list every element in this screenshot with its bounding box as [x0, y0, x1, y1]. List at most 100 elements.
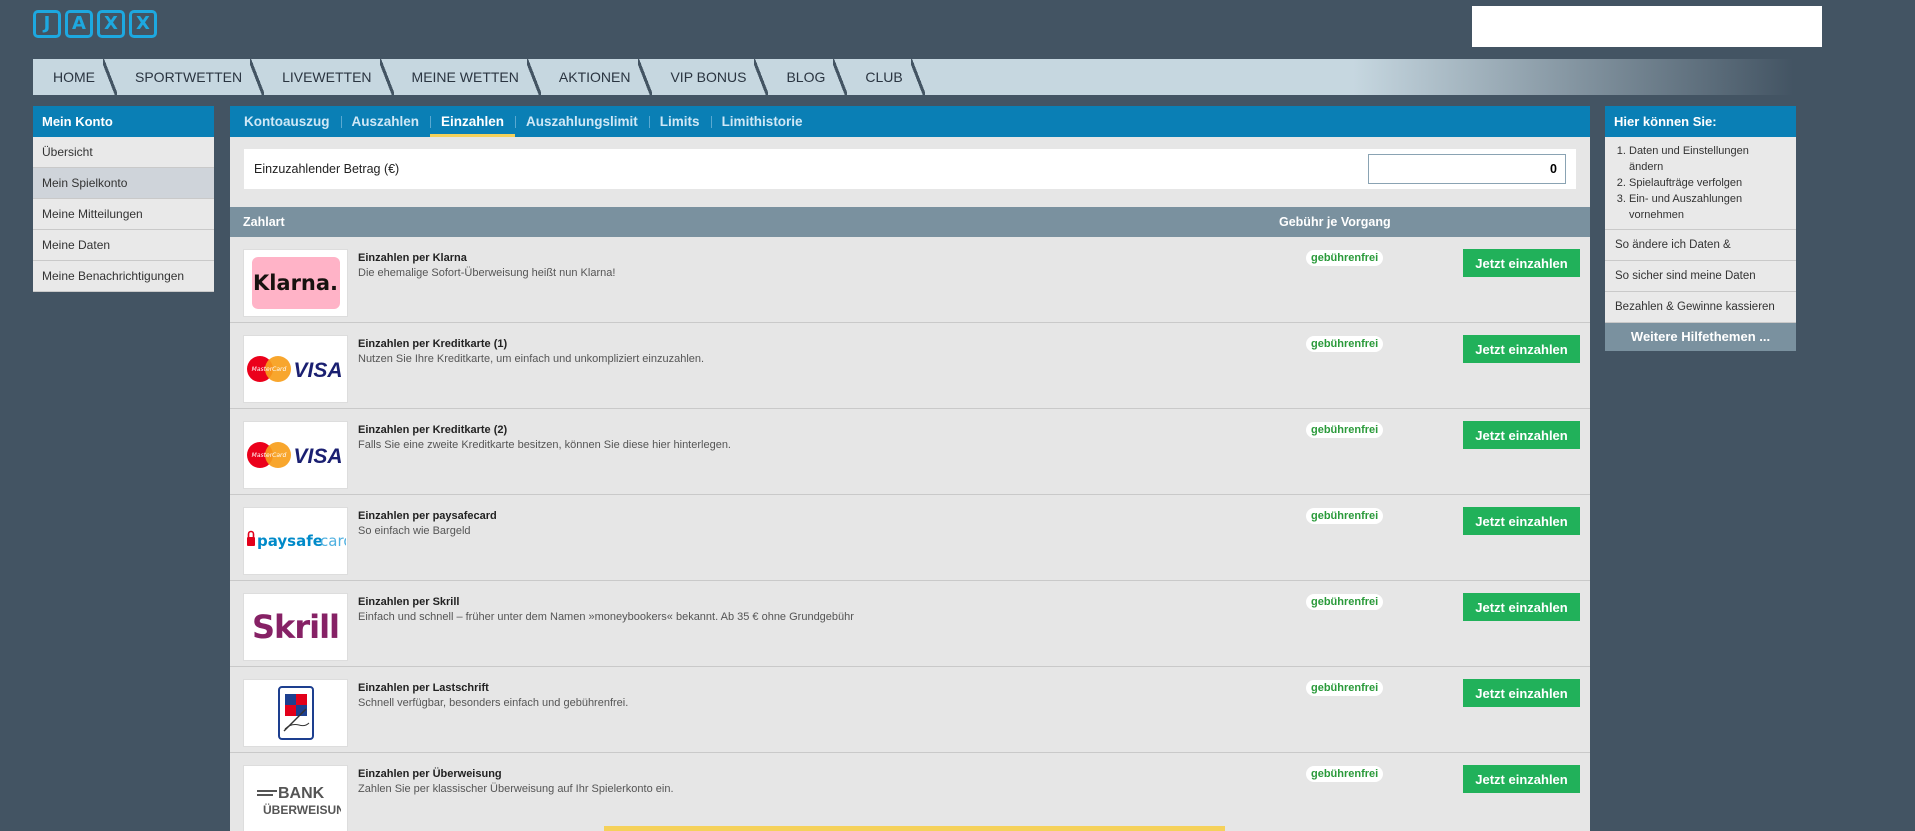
payment-row-lastschrift: Einzahlen per Lastschrift Schnell verfüg… — [230, 667, 1590, 753]
deposit-button-skrill[interactable]: Jetzt einzahlen — [1463, 593, 1580, 621]
payment-title: Einzahlen per Überweisung — [358, 768, 502, 780]
nav-item-livewetten[interactable]: LIVEWETTEN — [262, 59, 395, 95]
fee-badge: gebührenfrei — [1306, 508, 1384, 524]
klarna-logo-text: Klarna. — [252, 271, 339, 295]
tab-auszahlen[interactable]: Auszahlen — [340, 106, 431, 137]
nav-item-blog[interactable]: BLOG — [766, 59, 848, 95]
svg-text:MasterCard: MasterCard — [251, 452, 286, 459]
nav-item-meine-wetten[interactable]: MEINE WETTEN — [392, 59, 542, 95]
payment-row-kreditkarte-1: MasterCard VISA Einzahlen per Kreditkart… — [230, 323, 1590, 409]
deposit-button-klarna[interactable]: Jetzt einzahlen — [1463, 249, 1580, 277]
sidebar-item-meine-benachrichtigungen[interactable]: Meine Benachrichtigungen — [33, 261, 214, 292]
account-sidebar-title: Mein Konto — [33, 106, 214, 137]
direct-debit-icon — [277, 686, 314, 740]
svg-text:paysafe: paysafe — [257, 532, 323, 550]
nav-item-vip-bonus[interactable]: VIP BONUS — [650, 59, 769, 95]
help-feature-list: Daten und Einstellungen ändern Spielauft… — [1605, 137, 1796, 230]
logo-letter: J — [33, 10, 61, 38]
sidebar-item-mein-spielkonto[interactable]: Mein Spielkonto — [33, 168, 214, 199]
mastercard-icon: MasterCard VISA — [246, 356, 342, 382]
bottom-highlight-bar — [604, 826, 1225, 831]
logo-letter: X — [97, 10, 125, 38]
paysafecard-logo: paysafe card — [243, 507, 348, 575]
payment-title: Einzahlen per Lastschrift — [358, 682, 489, 694]
bank-transfer-logo: BANK ÜBERWEISUNG — [243, 765, 348, 831]
account-subtabs: Kontoauszug Auszahlen Einzahlen Auszahlu… — [230, 106, 1590, 137]
payment-description: Falls Sie eine zweite Kreditkarte besitz… — [358, 439, 731, 451]
payment-row-skrill: Skrill Einzahlen per Skrill Einfach und … — [230, 581, 1590, 667]
svg-text:VISA: VISA — [293, 445, 342, 468]
payment-row-ueberweisung: BANK ÜBERWEISUNG Einzahlen per Überweisu… — [230, 753, 1590, 831]
lastschrift-logo — [243, 679, 348, 747]
fee-badge: gebührenfrei — [1306, 336, 1384, 352]
payment-table-header: Zahlart Gebühr je Vorgang — [230, 207, 1590, 237]
deposit-button-kreditkarte-1[interactable]: Jetzt einzahlen — [1463, 335, 1580, 363]
deposit-amount-label: Einzuzahlender Betrag (€) — [254, 162, 400, 176]
bank-transfer-icon: BANK ÜBERWEISUNG — [256, 785, 341, 817]
more-help-topics-button[interactable]: Weitere Hilfethemen ... — [1605, 323, 1796, 351]
payment-description: Schnell verfügbar, besonders einfach und… — [358, 697, 629, 709]
help-link-datensicherheit[interactable]: So sicher sind meine Daten — [1605, 261, 1796, 292]
payment-title: Einzahlen per paysafecard — [358, 510, 497, 522]
fee-badge: gebührenfrei — [1306, 250, 1384, 266]
tab-kontoauszug[interactable]: Kontoauszug — [244, 106, 341, 137]
klarna-logo: Klarna. — [243, 249, 348, 317]
tab-einzahlen[interactable]: Einzahlen — [430, 106, 516, 137]
payment-row-klarna: Klarna. Einzahlen per Klarna Die ehemali… — [230, 237, 1590, 323]
fee-badge: gebührenfrei — [1306, 766, 1384, 782]
deposit-amount-input[interactable] — [1368, 154, 1566, 184]
skrill-logo: Skrill — [243, 593, 348, 661]
deposit-panel: Kontoauszug Auszahlen Einzahlen Auszahlu… — [230, 106, 1590, 831]
fee-badge: gebührenfrei — [1306, 680, 1384, 696]
deposit-button-kreditkarte-2[interactable]: Jetzt einzahlen — [1463, 421, 1580, 449]
deposit-button-ueberweisung[interactable]: Jetzt einzahlen — [1463, 765, 1580, 793]
payment-row-paysafecard: paysafe card Einzahlen per paysafecard S… — [230, 495, 1590, 581]
paysafecard-icon: paysafe card — [246, 530, 346, 550]
nav-item-sportwetten[interactable]: SPORTWETTEN — [115, 59, 265, 95]
sidebar-item-meine-daten[interactable]: Meine Daten — [33, 230, 214, 261]
payment-description: Die ehemalige Sofort-Überweisung heißt n… — [358, 267, 616, 279]
tab-auszahlungslimit[interactable]: Auszahlungslimit — [515, 106, 649, 137]
nav-item-club[interactable]: CLUB — [845, 59, 926, 95]
tab-limits[interactable]: Limits — [648, 106, 711, 137]
deposit-button-lastschrift[interactable]: Jetzt einzahlen — [1463, 679, 1580, 707]
help-link-bezahlen[interactable]: Bezahlen & Gewinne kassieren — [1605, 292, 1796, 323]
payment-title: Einzahlen per Klarna — [358, 252, 467, 264]
payment-description: Einfach und schnell – früher unter dem N… — [358, 611, 854, 623]
sidebar-item-meine-mitteilungen[interactable]: Meine Mitteilungen — [33, 199, 214, 230]
payment-description: So einfach wie Bargeld — [358, 525, 471, 537]
help-sidebar-title: Hier können Sie: — [1605, 106, 1796, 137]
account-sidebar: Mein Konto Übersicht Mein Spielkonto Mei… — [33, 106, 214, 292]
column-header-fee: Gebühr je Vorgang — [1279, 215, 1391, 229]
svg-text:card: card — [320, 532, 346, 550]
skrill-logo-text: Skrill — [251, 608, 340, 646]
logo-letter: X — [129, 10, 157, 38]
help-feature-item: Daten und Einstellungen ändern — [1629, 143, 1786, 175]
svg-text:MasterCard: MasterCard — [251, 366, 286, 373]
help-feature-item: Spielaufträge verfolgen — [1629, 175, 1786, 191]
help-feature-item: Ein- und Auszahlungen vornehmen — [1629, 191, 1786, 223]
payment-title: Einzahlen per Kreditkarte (1) — [358, 338, 508, 350]
svg-text:BANK: BANK — [278, 785, 325, 802]
logo-letter: A — [65, 10, 93, 38]
tab-limithistorie[interactable]: Limithistorie — [710, 106, 814, 137]
main-nav: HOME SPORTWETTEN LIVEWETTEN MEINE WETTEN… — [33, 59, 1793, 95]
payment-title: Einzahlen per Skrill — [358, 596, 460, 608]
help-link-daten-aendern[interactable]: So ändere ich Daten & — [1605, 230, 1796, 261]
payment-row-kreditkarte-2: MasterCard VISA Einzahlen per Kreditkart… — [230, 409, 1590, 495]
deposit-amount-row: Einzuzahlender Betrag (€) — [244, 149, 1576, 189]
sidebar-item-uebersicht[interactable]: Übersicht — [33, 137, 214, 168]
mastercard-visa-logo: MasterCard VISA — [243, 335, 348, 403]
nav-item-home[interactable]: HOME — [33, 59, 117, 95]
svg-text:VISA: VISA — [293, 359, 342, 382]
nav-item-aktionen[interactable]: AKTIONEN — [539, 59, 653, 95]
fee-badge: gebührenfrei — [1306, 594, 1384, 610]
column-header-zahlart: Zahlart — [243, 215, 285, 229]
header-search-input[interactable] — [1472, 6, 1822, 47]
mastercard-visa-logo: MasterCard VISA — [243, 421, 348, 489]
payment-title: Einzahlen per Kreditkarte (2) — [358, 424, 508, 436]
fee-badge: gebührenfrei — [1306, 422, 1384, 438]
help-sidebar: Hier können Sie: Daten und Einstellungen… — [1605, 106, 1796, 351]
logo[interactable]: J A X X — [33, 10, 157, 38]
deposit-button-paysafecard[interactable]: Jetzt einzahlen — [1463, 507, 1580, 535]
